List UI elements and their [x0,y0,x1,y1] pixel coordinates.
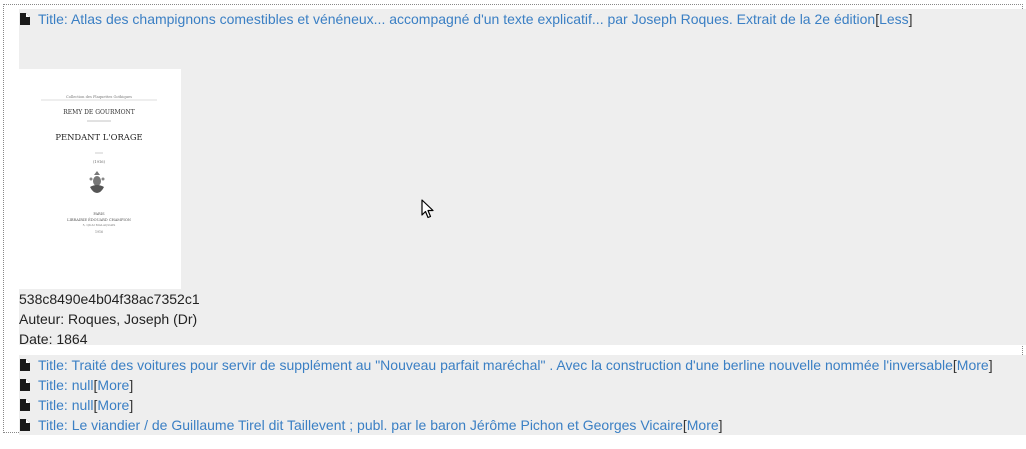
title-text: Atlas des champignons comestibles et vén… [70,11,876,27]
result-title-link[interactable]: Title: Traité des voitures pour servir d… [38,357,953,373]
title-text: null [71,377,94,393]
thumb-note: (1916) [93,160,106,164]
result-title-link[interactable]: Title: null [38,377,94,393]
title-page-image: Collection des Plaquettes Gothiques REMY… [19,69,181,289]
thumb-publisher: LIBRAIRIE ÉDOUARD CHAMPION [67,217,131,222]
more-toggle[interactable]: More [97,377,129,393]
thumb-address: 5, QUAI MALAQUAIS [83,223,116,227]
result-title-link[interactable]: Title: null [38,397,94,413]
thumb-year: 1916 [95,230,103,234]
results-list: Title: Atlas des champignons comestibles… [3,4,1026,435]
thumb-author: REMY DE GOURMONT [63,109,135,116]
author-line: Auteur: Roques, Joseph (Dr) [19,311,198,327]
title-prefix: Title: [38,357,72,373]
more-toggle[interactable]: More [97,397,129,413]
result-title-link[interactable]: Title: Le viandier / de Guillaume Tirel … [38,417,683,433]
result-title-line: Title: null[More] [19,375,1026,395]
title-prefix: Title: [38,417,72,433]
title-prefix: Title: [38,377,72,393]
title-text: null [71,397,94,413]
file-icon [20,359,30,371]
result-details: 538c8490e4b04f38ac7352c1 Auteur: Roques,… [19,289,200,349]
title-prefix: Title: [38,11,71,27]
thumb-header: Collection des Plaquettes Gothiques [66,95,132,99]
file-icon [20,379,30,391]
result-title-line: Title: Atlas des champignons comestibles… [19,9,1026,29]
result-item: Title: Traité des voitures pour servir d… [19,355,1026,435]
more-toggle[interactable]: More [687,417,719,433]
result-title-line: Title: null[More] [19,395,1026,415]
mouse-cursor-icon [421,199,434,219]
date-line: Date: 1864 [19,331,88,347]
result-title-line: Title: Le viandier / de Guillaume Tirel … [19,415,1026,435]
thumb-book-title: PENDANT L'ORAGE [55,132,142,142]
record-id: 538c8490e4b04f38ac7352c1 [19,291,200,307]
file-icon [20,399,30,411]
result-title-link[interactable]: Title: Atlas des champignons comestibles… [38,11,875,27]
thumb-place: PARIS [93,212,105,216]
result-item-expanded: Title: Atlas des champignons comestibles… [19,9,1026,347]
file-icon [20,419,30,431]
book-thumbnail[interactable]: Collection des Plaquettes Gothiques REMY… [19,69,181,289]
less-toggle[interactable]: Less [879,11,909,27]
file-icon [20,13,30,25]
more-toggle[interactable]: More [957,357,989,373]
title-text: Traité des voitures pour servir de suppl… [71,357,953,373]
title-prefix: Title: [38,397,72,413]
title-text: Le viandier / de Guillaume Tirel dit Tai… [71,417,683,433]
result-title-line: Title: Traité des voitures pour servir d… [19,355,1026,375]
